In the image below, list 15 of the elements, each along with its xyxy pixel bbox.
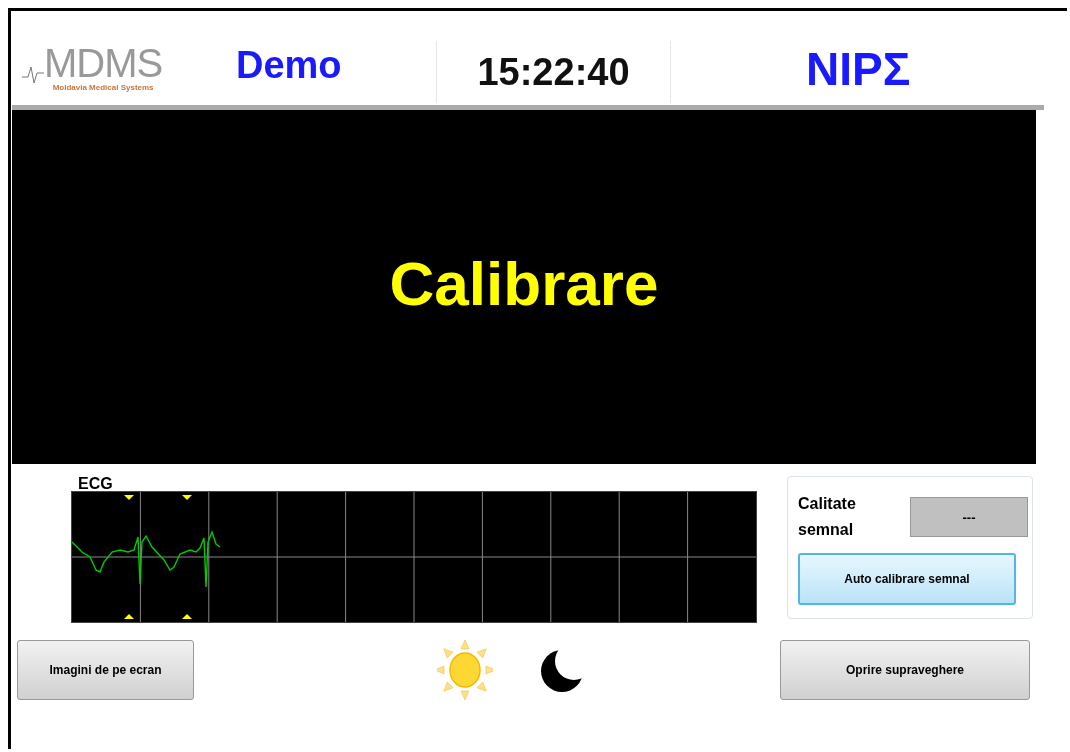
- marker-icon: [182, 495, 192, 619]
- status-message: Calibrare: [389, 247, 659, 319]
- signal-quality-label: Calitate semnal: [798, 494, 857, 540]
- logo-tagline: Moldavia Medical Systems: [52, 82, 154, 92]
- screenshot-button[interactable]: Imagini de pe ecran: [17, 640, 194, 700]
- logo-wordmark: MDMS: [44, 42, 163, 83]
- mode-label: Demo: [235, 43, 343, 87]
- clock-display: 15:22:40: [436, 41, 671, 103]
- monitor-name: NIPΣ: [806, 42, 911, 96]
- auto-calibrate-button[interactable]: Auto calibrare semnal: [798, 553, 1016, 605]
- pulse-icon: [22, 65, 44, 84]
- marker-icon: [124, 495, 134, 619]
- signal-quality-value: ---: [910, 497, 1028, 537]
- ecg-label: ECG: [78, 476, 114, 491]
- stop-monitoring-button[interactable]: Oprire supraveghere: [780, 640, 1030, 700]
